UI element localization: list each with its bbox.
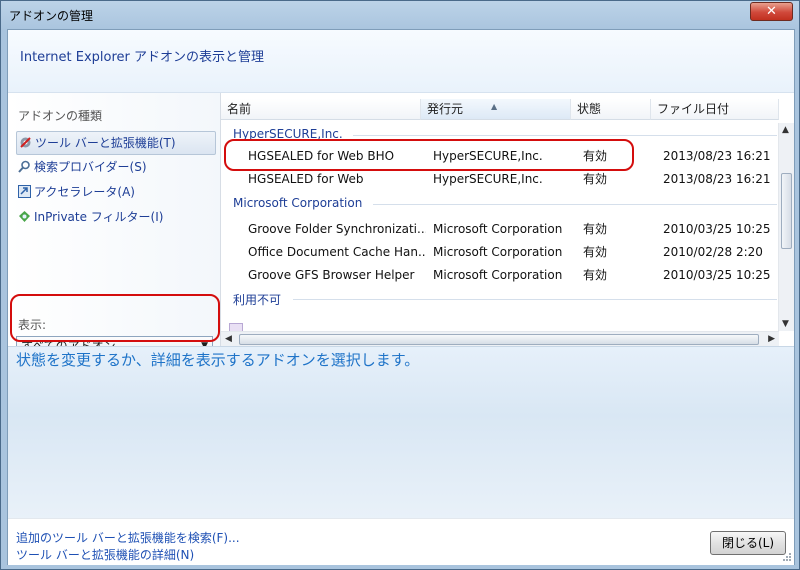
accelerator-icon bbox=[18, 185, 31, 198]
table-row[interactable]: Groove Folder Synchronizati... Microsoft… bbox=[221, 219, 779, 239]
sidebar-item-search-providers[interactable]: 検索プロバイダー(S) bbox=[16, 156, 147, 178]
page-title: Internet Explorer アドオンの表示と管理 bbox=[20, 50, 265, 65]
table-row-clipped bbox=[221, 311, 779, 331]
find-more-toolbars-link[interactable]: 追加のツール バーと拡張機能を検索(F)... bbox=[16, 529, 240, 546]
addon-icon bbox=[229, 323, 243, 331]
column-publisher[interactable]: ▲ 発行元 bbox=[421, 99, 571, 120]
footer: 追加のツール バーと拡張機能を検索(F)... ツール バーと拡張機能の詳細(N… bbox=[8, 518, 794, 565]
group-header-hypersecure: HyperSECURE,Inc. bbox=[233, 127, 343, 141]
close-button[interactable]: 閉じる(L) bbox=[710, 531, 786, 555]
dialog-client: Internet Explorer アドオンの表示と管理 アドオンの種類 ツール… bbox=[7, 29, 795, 565]
group-divider bbox=[373, 204, 777, 205]
learn-more-toolbars-link[interactable]: ツール バーと拡張機能の詳細(N) bbox=[16, 546, 194, 563]
sidebar-item-accelerators[interactable]: アクセラレータ(A) bbox=[16, 181, 135, 203]
header-band: Internet Explorer アドオンの表示と管理 bbox=[8, 30, 794, 93]
horizontal-scrollbar[interactable]: ◀ ▶ bbox=[221, 331, 779, 347]
column-name[interactable]: 名前 bbox=[221, 99, 421, 120]
inprivate-icon bbox=[19, 211, 30, 222]
vertical-scroll-thumb[interactable] bbox=[781, 173, 792, 249]
horizontal-scroll-thumb[interactable] bbox=[239, 334, 759, 345]
column-file-date[interactable]: ファイル日付 bbox=[651, 99, 779, 120]
group-divider bbox=[293, 299, 777, 300]
sidebar-item-label: InPrivate フィルター(I) bbox=[34, 210, 164, 224]
sidebar-item-inprivate[interactable]: InPrivate フィルター(I) bbox=[16, 206, 163, 228]
table-row[interactable]: HGSEALED for Web BHO HyperSECURE,Inc. 有効… bbox=[221, 146, 779, 166]
show-label: 表示: bbox=[18, 318, 47, 332]
scroll-down-icon[interactable]: ▼ bbox=[782, 319, 789, 329]
addon-types-pane: アドオンの種類 ツール バーと拡張機能(T) 検索プロバイダー(S) アクセラレ… bbox=[8, 93, 221, 357]
search-icon bbox=[18, 160, 30, 173]
details-pane: 状態を変更するか、詳細を表示するアドオンを選択します。 bbox=[8, 346, 794, 519]
gear-icon bbox=[20, 137, 31, 148]
group-header-microsoft: Microsoft Corporation bbox=[233, 196, 363, 210]
window-title: アドオンの管理 bbox=[9, 9, 94, 23]
table-row[interactable]: Office Document Cache Han... Microsoft C… bbox=[221, 242, 779, 262]
scroll-right-icon[interactable]: ▶ bbox=[768, 334, 775, 344]
sidebar-item-label: アクセラレータ(A) bbox=[34, 185, 135, 199]
addon-types-label: アドオンの種類 bbox=[18, 109, 103, 123]
group-divider bbox=[353, 135, 777, 136]
table-row[interactable]: HGSEALED for Web HyperSECURE,Inc. 有効 201… bbox=[221, 169, 779, 189]
resize-grip-icon[interactable] bbox=[782, 552, 792, 562]
column-status[interactable]: 状態 bbox=[571, 99, 651, 120]
sidebar-item-label: 検索プロバイダー(S) bbox=[34, 160, 147, 174]
sidebar-item-label: ツール バーと拡張機能(T) bbox=[35, 136, 176, 150]
scroll-up-icon[interactable]: ▲ bbox=[782, 125, 789, 135]
table-row[interactable]: Groove GFS Browser Helper Microsoft Corp… bbox=[221, 265, 779, 285]
group-header-unavailable: 利用不可 bbox=[233, 293, 282, 307]
details-message: 状態を変更するか、詳細を表示するアドオンを選択します。 bbox=[16, 351, 420, 369]
sort-ascending-icon: ▲ bbox=[491, 102, 498, 111]
scroll-left-icon[interactable]: ◀ bbox=[225, 334, 232, 344]
close-icon[interactable]: ✕ bbox=[750, 2, 793, 21]
add-ons-dialog: アドオンの管理 ✕ Internet Explorer アドオンの表示と管理 ア… bbox=[0, 0, 800, 570]
vertical-scrollbar[interactable]: ▲ ▼ bbox=[778, 123, 794, 331]
addon-list: 名前 ▲ 発行元 状態 ファイル日付 HyperSECURE,Inc. HGSE… bbox=[221, 93, 794, 347]
title-bar[interactable]: アドオンの管理 ✕ bbox=[1, 1, 799, 29]
sidebar-item-toolbars[interactable]: ツール バーと拡張機能(T) bbox=[16, 131, 216, 155]
